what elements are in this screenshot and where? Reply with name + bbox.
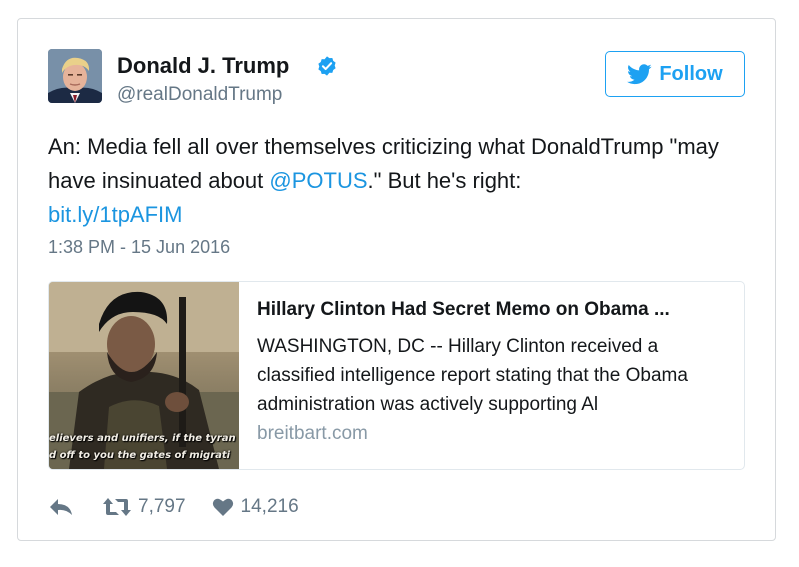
tweet-text: An: Media fell all over themselves criti…	[48, 130, 748, 232]
avatar[interactable]	[48, 49, 102, 103]
image-caption-line: elievers and unifiers, if the tyran	[49, 433, 236, 444]
follow-label: Follow	[659, 62, 723, 85]
link-preview-card[interactable]: elievers and unifiers, if the tyran d of…	[48, 281, 745, 470]
tweet-url-link[interactable]: bit.ly/1tpAFIM	[48, 202, 182, 227]
display-name[interactable]: Donald J. Trump	[117, 53, 289, 79]
heart-icon	[212, 498, 233, 516]
preview-description: WASHINGTON, DC -- Hillary Clinton receiv…	[257, 336, 688, 415]
verified-badge-icon	[318, 56, 336, 76]
reply-icon	[50, 499, 72, 515]
like-button[interactable]: 14,216	[212, 496, 299, 518]
mention-link[interactable]: @POTUS	[269, 168, 367, 193]
tweet-timestamp[interactable]: 1:38 PM - 15 Jun 2016	[48, 237, 230, 258]
twitter-bird-icon	[627, 63, 652, 84]
preview-body: Hillary Clinton Had Secret Memo on Obama…	[257, 296, 737, 445]
reply-button[interactable]	[48, 497, 74, 517]
preview-title[interactable]: Hillary Clinton Had Secret Memo on Obama…	[257, 296, 737, 324]
tweet-text-part: ." But he's right:	[367, 168, 522, 193]
preview-image: elievers and unifiers, if the tyran d of…	[49, 282, 239, 469]
retweet-count: 7,797	[138, 496, 186, 517]
like-count: 14,216	[240, 496, 299, 517]
tweet-actions: 7,797 14,216	[48, 494, 299, 520]
avatar-image	[48, 49, 102, 103]
preview-domain: breitbart.com	[257, 423, 368, 444]
follow-button[interactable]: Follow	[605, 51, 745, 97]
image-caption-line: d off to you the gates of migrati	[49, 450, 231, 461]
user-handle[interactable]: @realDonaldTrump	[117, 84, 282, 106]
retweet-button[interactable]: 7,797	[102, 496, 186, 518]
retweet-icon	[103, 498, 131, 516]
